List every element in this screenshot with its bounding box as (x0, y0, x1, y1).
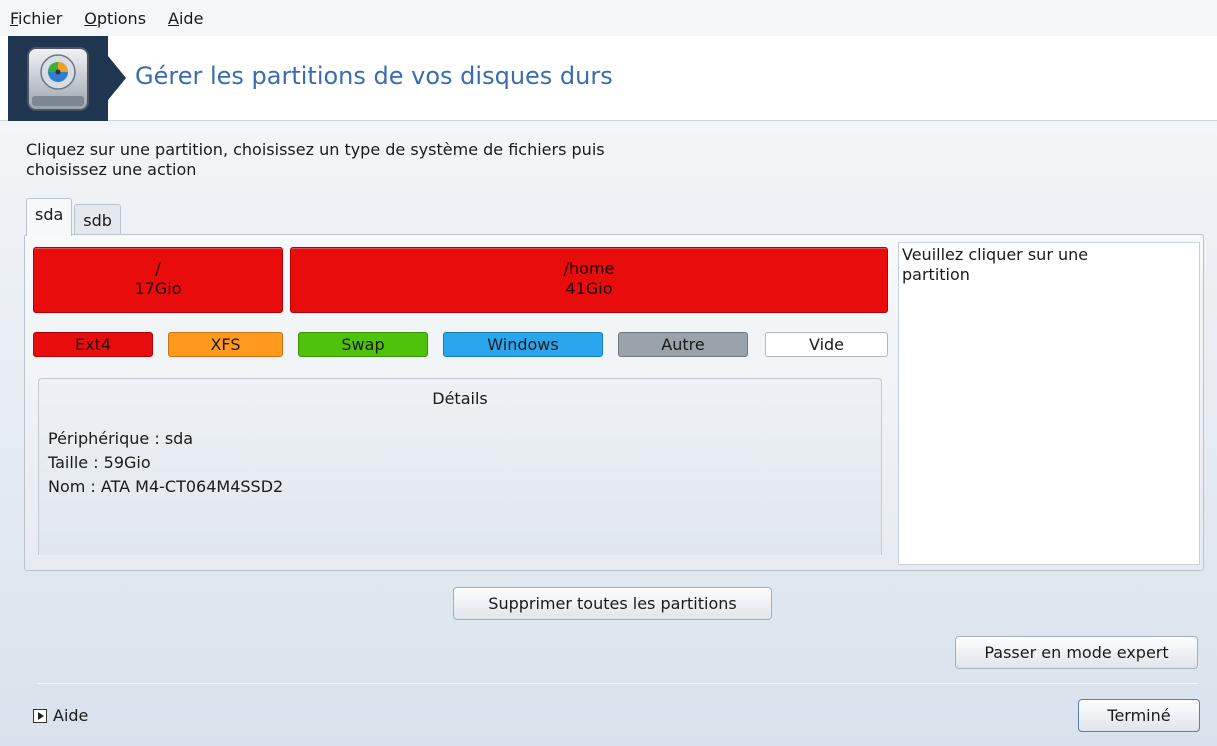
disk-tabs: sda sdb (26, 198, 123, 236)
banner-icon-background (8, 36, 108, 121)
tab-sdb[interactable]: sdb (74, 204, 121, 236)
partition-root-mount: / (155, 259, 161, 278)
partition-root-size: 17Gio (134, 279, 182, 298)
details-device: Périphérique : sda (48, 429, 194, 448)
menu-options-label: ptions (96, 8, 147, 28)
info-text-line-2: partition (902, 265, 970, 284)
details-group: Détails Périphérique : sda Taille : 59Gi… (38, 378, 882, 555)
footer-separator (38, 683, 1198, 684)
help-toggle-label: Aide (53, 706, 89, 725)
instructions-line-2: choisissez une action (26, 160, 197, 179)
menu-aide[interactable]: Aide (168, 9, 203, 28)
menu-aide-label: ide (178, 8, 204, 28)
expand-arrow-icon (33, 708, 47, 723)
menu-fichier-label: ichier (18, 8, 63, 28)
menu-fichier[interactable]: Fichier (10, 9, 62, 28)
menu-options[interactable]: Options (84, 9, 146, 28)
instructions-line-1: Cliquez sur une partition, choisissez un… (26, 140, 605, 159)
partition-home-mount: /home (563, 259, 615, 278)
legend-windows[interactable]: Windows (443, 332, 603, 357)
legend-vide[interactable]: Vide (765, 332, 888, 357)
expert-mode-button[interactable]: Passer en mode expert (955, 636, 1198, 669)
header-banner: Gérer les partitions de vos disques durs (0, 36, 1217, 121)
tab-sda[interactable]: sda (26, 198, 73, 236)
partition-root[interactable]: / 17Gio (33, 247, 283, 313)
details-title: Détails (432, 389, 488, 408)
legend-ext4[interactable]: Ext4 (33, 332, 153, 357)
menu-fichier-accel: F (10, 8, 19, 28)
details-size: Taille : 59Gio (48, 453, 151, 472)
info-text-line-1: Veuillez cliquer sur une (902, 245, 1089, 264)
legend-autre[interactable]: Autre (618, 332, 748, 357)
partition-info-box: Veuillez cliquer sur une partition (898, 242, 1200, 565)
banner-arrow (108, 56, 126, 100)
menu-aide-accel: A (168, 8, 179, 28)
help-toggle[interactable]: Aide (33, 706, 88, 725)
partition-home-size: 41Gio (565, 279, 613, 298)
legend-swap[interactable]: Swap (298, 332, 428, 357)
done-button[interactable]: Terminé (1078, 699, 1200, 732)
page-title: Gérer les partitions de vos disques durs (135, 62, 613, 90)
partition-home[interactable]: /home 41Gio (290, 247, 888, 313)
hard-disk-icon (27, 47, 89, 111)
delete-all-partitions-button[interactable]: Supprimer toutes les partitions (453, 587, 772, 620)
legend-xfs[interactable]: XFS (168, 332, 283, 357)
instructions: Cliquez sur une partition, choisissez un… (26, 140, 786, 180)
details-name: Nom : ATA M4-CT064M4SSD2 (48, 477, 284, 496)
menu-options-accel: O (84, 8, 97, 28)
menu-bar: Fichier Options Aide (0, 0, 1217, 36)
